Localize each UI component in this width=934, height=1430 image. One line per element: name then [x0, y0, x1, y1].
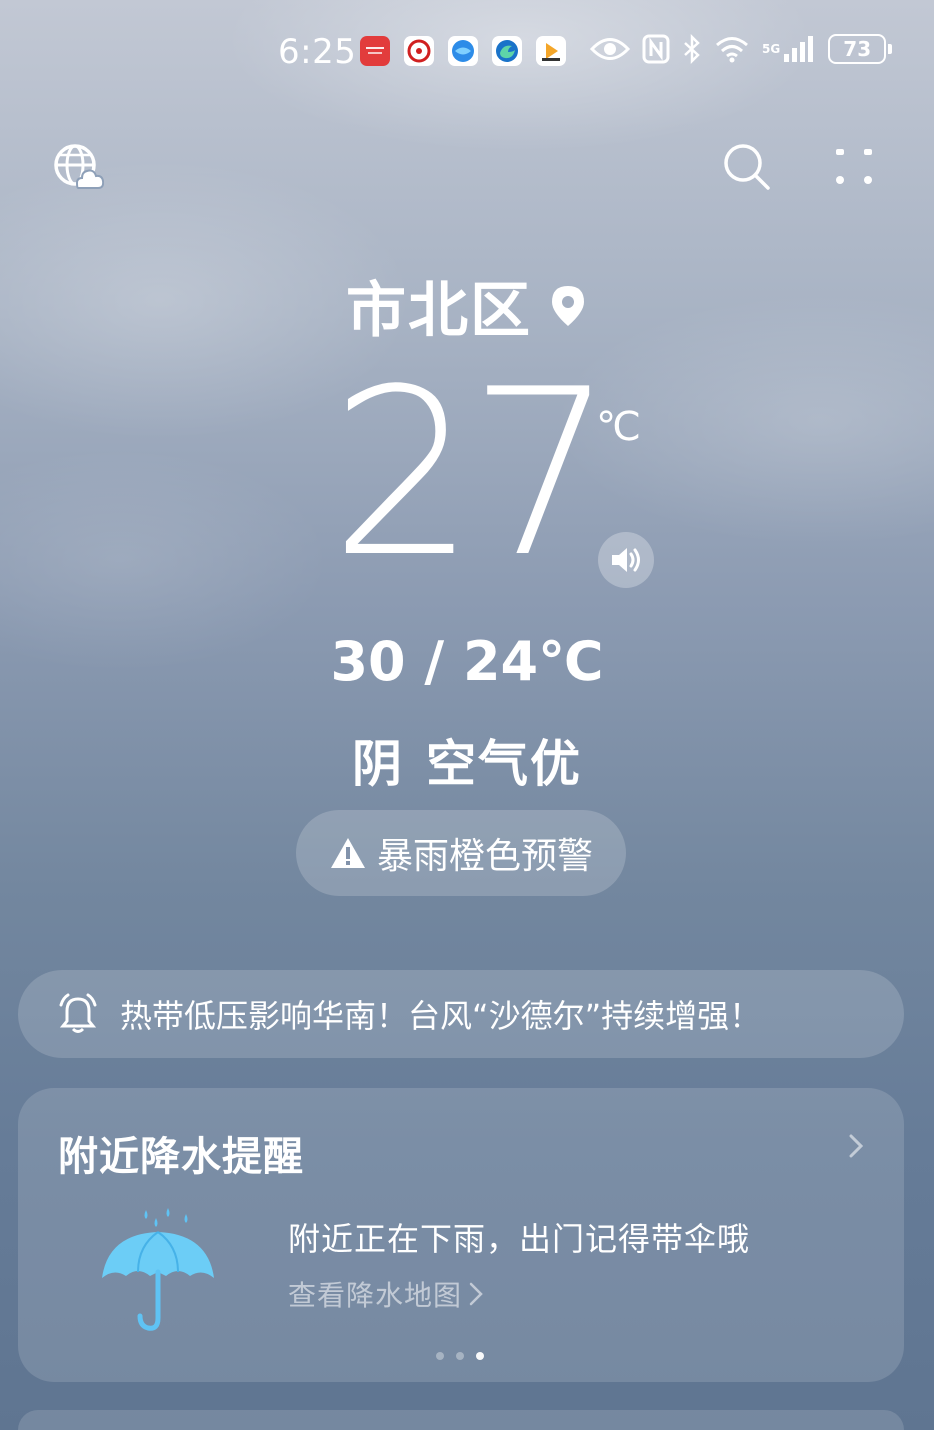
- huawei-icon: [360, 36, 390, 66]
- warning-triangle-icon: [330, 838, 365, 868]
- page-dot: [436, 1352, 444, 1360]
- chevron-right-small-icon: [469, 1282, 483, 1306]
- more-menu-button[interactable]: [832, 146, 876, 190]
- news-banner[interactable]: 热带低压影响华南！台风“沙德尔”持续增强！: [18, 970, 904, 1058]
- air-quality-text: 空气优: [426, 735, 582, 793]
- network-type: 5G: [762, 42, 781, 56]
- umbrella-icon: [102, 1208, 214, 1331]
- view-precip-map-link[interactable]: 查看降水地图: [288, 1274, 484, 1314]
- chevron-right-icon[interactable]: [846, 1132, 866, 1160]
- high-low-temperature: 30 / 24℃: [330, 630, 604, 693]
- next-card-peek: [18, 1410, 904, 1430]
- wifi-icon: [716, 37, 748, 63]
- status-time: 6:25: [278, 32, 357, 72]
- edge-icon: [492, 36, 522, 66]
- video-icon: [536, 36, 566, 66]
- precipitation-message: 附近正在下雨，出门记得带伞哦: [288, 1220, 751, 1258]
- temperature-unit: ℃: [596, 404, 641, 450]
- bluetooth-icon: [684, 34, 700, 64]
- world-weather-button[interactable]: [52, 142, 105, 194]
- page-indicator: [436, 1352, 484, 1360]
- nfc-icon: [642, 34, 670, 64]
- city-header[interactable]: 市北区: [0, 262, 934, 349]
- page-dot-active: [476, 1352, 484, 1360]
- card-title: 附近降水提醒: [58, 1134, 304, 1180]
- page-dot: [456, 1352, 464, 1360]
- browser-icon: [448, 36, 478, 66]
- alert-label: 暴雨橙色预警: [376, 836, 593, 877]
- precipitation-card[interactable]: 附近降水提醒 附近正在下雨，出门记得带伞哦 查看降水地图: [18, 1088, 904, 1382]
- location-pin-icon: [552, 285, 584, 326]
- four-dots-icon: [836, 149, 872, 184]
- current-temperature: 27: [330, 341, 615, 608]
- weather-alert-badge[interactable]: 暴雨橙色预警: [296, 810, 626, 896]
- voice-broadcast-button[interactable]: [598, 532, 654, 588]
- globe-cloud-icon: [54, 144, 105, 189]
- search-icon: [724, 144, 770, 190]
- condition-text: 阴: [352, 735, 404, 793]
- status-bar: 6:25 5G 73: [0, 28, 934, 78]
- cellular-signal-icon: 5G: [762, 34, 816, 64]
- notification-app-icons: [360, 36, 566, 66]
- city-name[interactable]: 市北区: [346, 262, 532, 349]
- battery-indicator: 73: [828, 34, 893, 64]
- speaker-icon: [612, 548, 640, 572]
- system-icons: 5G 73: [590, 34, 893, 64]
- battery-level: 73: [843, 37, 872, 61]
- precip-map-link-label: 查看降水地图: [288, 1279, 463, 1312]
- bell-icon: [59, 993, 97, 1033]
- ttl-icon: [404, 36, 434, 66]
- search-button[interactable]: [722, 142, 772, 192]
- eye-icon: [590, 38, 630, 60]
- news-text: 热带低压影响华南！台风“沙德尔”持续增强！: [120, 997, 762, 1035]
- weather-condition: 阴空气优: [0, 724, 934, 796]
